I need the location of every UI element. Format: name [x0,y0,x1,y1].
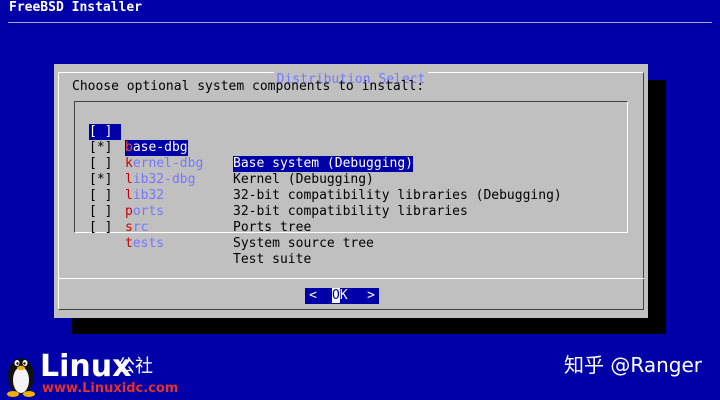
ok-label-rest: K [339,288,348,303]
dialog-prompt: Choose optional system components to ins… [72,79,425,94]
item-name-rest: orts [132,204,165,219]
item-description: System source tree [233,236,374,251]
item-description: 32-bit compatibility libraries (Debuggin… [233,188,562,203]
ok-hotkey: O [332,288,340,303]
button-separator [58,278,644,279]
ok-button-label: OK [332,288,348,304]
item-description: Ports tree [233,220,312,235]
item-name-rest: ib32-dbg [132,172,196,187]
checklist-item-src[interactable]: [ ] src System source tree [89,188,374,251]
checklist-item-tests[interactable]: [ ] tests Test suite [89,204,311,267]
component-checklist: [ ] base-dbg Base system (Debugging) [*]… [74,101,628,267]
item-name-rest: ase-dbg [132,140,188,155]
checkbox[interactable]: [ ] [89,220,121,236]
logo-chinese-text: 公社 [117,356,153,377]
zhihu-watermark: 知乎 @Ranger [564,353,702,377]
item-name-rest: ests [132,236,165,251]
checklist-item-lib32[interactable]: [*] lib32 32-bit compatibility libraries [89,156,468,219]
installer-backtitle: FreeBSD Installer [9,0,143,15]
item-description: Base system (Debugging) [233,156,414,172]
item-name-rest: ib32 [132,188,165,203]
checklist-item-lib32-dbg[interactable]: [ ] lib32-dbg 32-bit compatibility libra… [89,140,562,203]
chevron-right-icon: > [367,288,375,303]
item-name-rest: ernel-dbg [132,156,204,171]
checklist-item-ports[interactable]: [ ] ports Ports tree [89,172,311,235]
backtitle-divider [8,22,712,23]
tux-penguin-icon [7,358,35,397]
chevron-left-icon: < [309,288,317,303]
item-name: tests [125,236,164,252]
hotkey: t [125,236,133,251]
item-description: Kernel (Debugging) [233,172,374,187]
ok-button[interactable]: < OK > [305,288,379,304]
linuxidc-logo: Linux 公社 www.Linuxidc.com [2,348,180,400]
checklist-item-kernel-dbg[interactable]: [*] kernel-dbg Kernel (Debugging) [89,124,374,187]
logo-url: www.Linuxidc.com [42,381,179,396]
item-description: 32-bit compatibility libraries [233,204,468,219]
item-name: kernel-dbg [125,156,203,172]
distribution-select-dialog: Distribution Select Choose optional syst… [54,64,648,318]
item-description: Test suite [233,252,312,267]
checklist-item-base-dbg[interactable]: [ ] base-dbg Base system (Debugging) [89,108,414,172]
